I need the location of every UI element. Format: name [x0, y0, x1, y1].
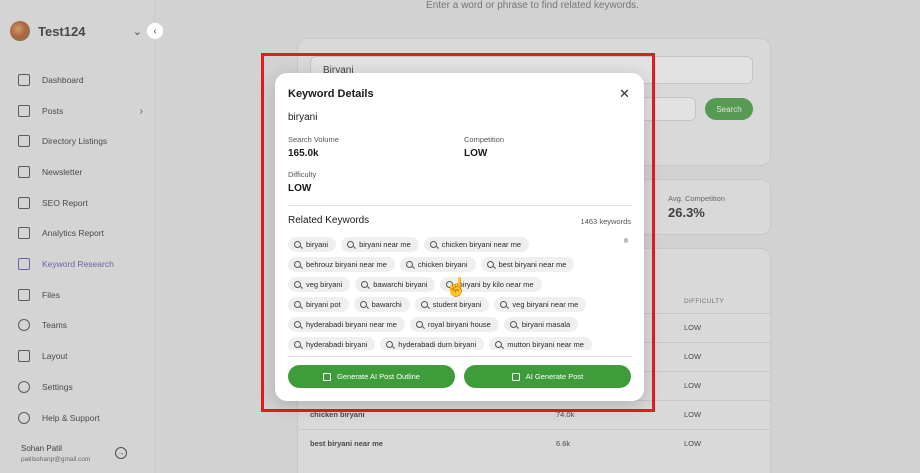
chip-label: chicken biryani	[417, 260, 468, 269]
search-icon	[347, 241, 355, 248]
related-keyword-chip[interactable]: hyderabadi dum biryani	[380, 337, 485, 350]
search-icon	[500, 301, 508, 308]
chip-label: biryani near me	[359, 240, 411, 249]
collapse-sidebar-button[interactable]: ‹	[146, 22, 164, 40]
chip-label: biryani	[306, 240, 329, 249]
related-keyword-chip[interactable]: bawarchi	[353, 297, 410, 312]
chip-label: veg biryani near me	[512, 300, 579, 309]
search-icon	[386, 341, 394, 348]
related-keyword-chip[interactable]: student biryani	[414, 297, 490, 312]
chip-label: royal biryani house	[427, 320, 491, 329]
search-icon	[415, 321, 423, 328]
search-icon	[495, 341, 503, 348]
chip-row: biryani pot bawarchi student biryani veg bi…	[288, 297, 618, 312]
search-icon	[294, 241, 301, 248]
search-icon	[420, 301, 428, 308]
chip-row: behrouz biryani near me chicken biryani be…	[288, 257, 618, 272]
related-keywords-count: 1463 keywords	[580, 217, 631, 226]
related-keywords-title: Related Keywords	[288, 215, 370, 226]
search-icon	[294, 281, 301, 288]
related-keyword-chip[interactable]: biryani pot	[288, 297, 349, 312]
related-keyword-chip[interactable]: hyderabadi biryani near me	[288, 317, 405, 332]
modal-divider	[288, 205, 632, 206]
chip-row: hyderabadi biryani near me royal biryani …	[288, 317, 618, 332]
ai-generate-post-button[interactable]: AI Generate Post	[464, 365, 631, 388]
chip-label: chicken biryani near me	[441, 240, 522, 249]
search-volume-label: Search Volume	[288, 135, 339, 144]
search-volume-value: 165.0k	[288, 148, 319, 159]
competition-label: Competition	[464, 135, 505, 144]
related-keyword-chip[interactable]: best biryani near me	[480, 257, 575, 272]
chip-label: best biryani near me	[498, 260, 567, 269]
modal-keyword: biryani	[288, 112, 318, 123]
sparkle-doc-icon	[511, 372, 520, 381]
competition-value: LOW	[464, 148, 488, 159]
keyword-details-modal: Keyword Details ✕ biryani Search Volume …	[275, 73, 644, 401]
close-icon[interactable]: ✕	[619, 86, 630, 102]
search-icon	[294, 321, 301, 328]
search-icon	[486, 261, 494, 268]
search-icon	[509, 321, 517, 328]
search-icon	[359, 301, 367, 308]
chip-label: bawarchi	[371, 300, 402, 309]
modal-divider	[288, 356, 632, 357]
difficulty-value: LOW	[288, 183, 312, 194]
related-keyword-chip[interactable]: behrouz biryani near me	[288, 257, 395, 272]
hand-cursor-icon: ☝	[445, 277, 468, 297]
chip-label: student biryani	[432, 300, 482, 309]
chip-label: hyderabadi dum biryani	[398, 340, 477, 349]
chip-row: biryani biryani near me chicken biryani ne…	[288, 237, 618, 252]
chips-scrollbar[interactable]	[624, 238, 628, 350]
related-keyword-chip[interactable]: biryani masala	[503, 317, 579, 332]
related-keyword-chip[interactable]: veg biryani	[288, 277, 351, 292]
related-keyword-chip[interactable]: veg biryani near me	[494, 297, 587, 312]
related-keyword-chip[interactable]: hyderabadi biryani	[288, 337, 376, 350]
chip-label: biryani by kilo near me	[458, 280, 534, 289]
related-keyword-chip[interactable]: royal biryani house	[409, 317, 499, 332]
related-keyword-chip[interactable]: chicken biryani	[399, 257, 476, 272]
search-icon	[294, 301, 301, 308]
search-icon	[294, 261, 301, 268]
search-icon	[361, 281, 369, 288]
search-icon	[294, 341, 301, 348]
related-keyword-chip[interactable]: biryani near me	[341, 237, 419, 252]
chip-label: biryani pot	[306, 300, 341, 309]
modal-title: Keyword Details	[288, 88, 374, 100]
chip-label: hyderabadi biryani near me	[306, 320, 397, 329]
search-icon	[405, 261, 413, 268]
chip-label: bawarchi biryani	[373, 280, 428, 289]
chip-row: hyderabadi biryani hyderabadi dum biryani…	[288, 337, 618, 350]
related-keyword-chip[interactable]: biryani	[288, 237, 337, 252]
related-keyword-chip[interactable]: mutton biryani near me	[489, 337, 592, 350]
difficulty-label: Difficulty	[288, 170, 317, 179]
chip-label: mutton biryani near me	[507, 340, 584, 349]
chip-label: biryani masala	[521, 320, 571, 329]
chip-label: hyderabadi biryani	[306, 340, 368, 349]
search-icon	[429, 241, 437, 248]
related-keyword-chip[interactable]: bawarchi biryani	[355, 277, 436, 292]
chip-label: veg biryani	[306, 280, 343, 289]
scroll-thumb[interactable]	[624, 238, 628, 243]
related-keyword-chip[interactable]: chicken biryani near me	[423, 237, 530, 252]
document-icon	[323, 372, 332, 381]
generate-outline-button[interactable]: Generate AI Post Outline	[288, 365, 455, 388]
chip-label: behrouz biryani near me	[306, 260, 387, 269]
